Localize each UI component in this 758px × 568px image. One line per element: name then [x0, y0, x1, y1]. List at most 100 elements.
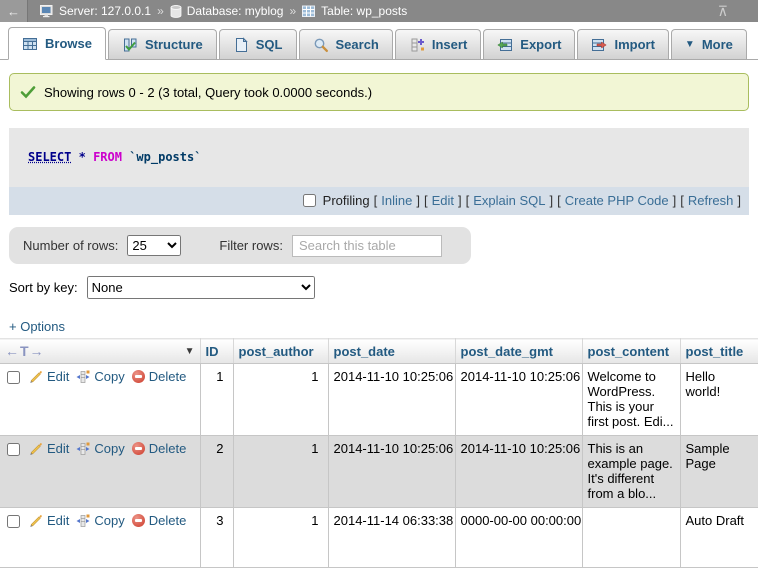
table-icon — [302, 5, 316, 18]
header-post-date[interactable]: post_date — [328, 339, 455, 364]
edit-row-link[interactable]: Edit — [29, 369, 69, 384]
header-post-content[interactable]: post_content — [582, 339, 680, 364]
cell-post-title[interactable]: Sample Page — [680, 436, 758, 508]
bracket: [ — [680, 193, 684, 208]
table-row: Edit Copy Delete 2 1 2014-11-10 10:25:06… — [0, 436, 758, 508]
query-box: SELECT * FROM `wp_posts` Profiling [ Inl… — [9, 128, 749, 215]
breadcrumb-bar: ← Server: 127.0.0.1 » Database: myblog »… — [0, 0, 758, 22]
bracket: [ — [466, 193, 470, 208]
sql-keyword-select[interactable]: SELECT — [28, 150, 71, 164]
database-icon — [170, 5, 182, 18]
edit-query-link[interactable]: Edit — [432, 193, 454, 208]
cell-post-title[interactable]: Auto Draft — [680, 508, 758, 568]
tab-sql[interactable]: SQL — [219, 29, 297, 59]
cell-post-date[interactable]: 2014-11-10 10:25:06 — [328, 436, 455, 508]
row-checkbox[interactable] — [7, 371, 20, 384]
sort-by-key-label: Sort by key: — [9, 280, 78, 295]
options-toggle[interactable]: + Options — [9, 319, 65, 334]
tab-search-label: Search — [336, 37, 379, 52]
column-visibility-icon[interactable]: ▼ — [185, 346, 195, 357]
tab-more-label: More — [702, 37, 733, 52]
bracket: [ — [374, 193, 378, 208]
edit-row-link[interactable]: Edit — [29, 441, 69, 456]
cell-id[interactable]: 1 — [200, 364, 233, 436]
copy-row-link[interactable]: Copy — [76, 513, 124, 528]
table-row: Edit Copy Delete 1 1 2014-11-10 10:25:06… — [0, 364, 758, 436]
tab-more[interactable]: ▼ More — [671, 29, 747, 59]
cell-post-content[interactable]: Welcome to WordPress. This is your first… — [582, 364, 680, 436]
cell-post-date[interactable]: 2014-11-10 10:25:06 — [328, 364, 455, 436]
breadcrumb-separator: » — [289, 4, 296, 18]
cell-post-author[interactable]: 1 — [233, 436, 328, 508]
create-php-code-link[interactable]: Create PHP Code — [565, 193, 669, 208]
success-message-text: Showing rows 0 - 2 (3 total, Query took … — [44, 85, 372, 100]
cell-post-date[interactable]: 2014-11-14 06:33:38 — [328, 508, 455, 568]
tab-export[interactable]: Export — [483, 29, 575, 59]
header-post-title[interactable]: post_title — [680, 339, 758, 364]
cell-id[interactable]: 3 — [200, 508, 233, 568]
explain-sql-link[interactable]: Explain SQL — [473, 193, 545, 208]
results-table: ←T→ ▼ ID post_author post_date post_date… — [0, 338, 758, 568]
tab-import-label: Import — [614, 37, 654, 52]
cell-post-date-gmt[interactable]: 2014-11-10 10:25:06 — [455, 364, 582, 436]
copy-row-link[interactable]: Copy — [76, 441, 124, 456]
bracket: [ — [557, 193, 561, 208]
breadcrumb-server[interactable]: Server: 127.0.0.1 — [40, 4, 151, 18]
cell-id[interactable]: 2 — [200, 436, 233, 508]
delete-row-link[interactable]: Delete — [132, 513, 187, 528]
cell-post-date-gmt[interactable]: 2014-11-10 10:25:06 — [455, 436, 582, 508]
breadcrumb-table[interactable]: Table: wp_posts — [302, 4, 407, 18]
bracket: ] — [673, 193, 677, 208]
delete-label: Delete — [149, 513, 187, 528]
inline-link[interactable]: Inline — [381, 193, 412, 208]
sql-query: SELECT * FROM `wp_posts` — [9, 128, 749, 187]
copy-icon — [76, 442, 90, 456]
cell-post-author[interactable]: 1 — [233, 364, 328, 436]
delete-label: Delete — [149, 441, 187, 456]
tab-browse-label: Browse — [45, 36, 92, 51]
table-header-row: ←T→ ▼ ID post_author post_date post_date… — [0, 339, 758, 364]
filter-rows-label: Filter rows: — [219, 238, 283, 253]
tab-browse[interactable]: Browse — [8, 27, 106, 60]
edit-label: Edit — [47, 369, 69, 384]
server-icon — [40, 5, 54, 18]
cell-post-date-gmt[interactable]: 0000-00-00 00:00:00 — [455, 508, 582, 568]
tab-import[interactable]: Import — [577, 29, 668, 59]
delete-icon — [132, 370, 145, 383]
cell-post-title[interactable]: Hello world! — [680, 364, 758, 436]
cell-post-content[interactable] — [582, 508, 680, 568]
header-post-date-gmt[interactable]: post_date_gmt — [455, 339, 582, 364]
refresh-link[interactable]: Refresh — [688, 193, 734, 208]
pencil-icon — [29, 442, 43, 456]
sort-by-key-select[interactable]: None — [87, 276, 315, 299]
browse-icon — [22, 36, 38, 52]
transpose-control[interactable]: ←T→ — [5, 343, 45, 359]
header-id[interactable]: ID — [200, 339, 233, 364]
delete-row-link[interactable]: Delete — [132, 369, 187, 384]
copy-row-link[interactable]: Copy — [76, 369, 124, 384]
bracket: ] — [458, 193, 462, 208]
cell-post-author[interactable]: 1 — [233, 508, 328, 568]
header-actions: ←T→ ▼ — [0, 339, 200, 364]
tab-insert[interactable]: Insert — [395, 29, 481, 59]
cell-post-content[interactable]: This is an example page. It's different … — [582, 436, 680, 508]
edit-label: Edit — [47, 513, 69, 528]
header-post-author[interactable]: post_author — [233, 339, 328, 364]
delete-row-link[interactable]: Delete — [132, 441, 187, 456]
rows-controls: Number of rows: 25 Filter rows: — [9, 227, 471, 264]
number-of-rows-select[interactable]: 25 — [127, 235, 181, 256]
tab-structure[interactable]: Structure — [108, 29, 217, 59]
collapse-topmenu-icon[interactable]: ⊼ — [718, 3, 728, 20]
tab-search[interactable]: Search — [299, 29, 393, 59]
copy-icon — [76, 514, 90, 528]
tab-insert-label: Insert — [432, 37, 467, 52]
row-checkbox[interactable] — [7, 443, 20, 456]
edit-label: Edit — [47, 441, 69, 456]
edit-row-link[interactable]: Edit — [29, 513, 69, 528]
breadcrumb: Server: 127.0.0.1 » Database: myblog » T… — [40, 4, 407, 18]
filter-rows-input[interactable] — [292, 235, 442, 257]
breadcrumb-database[interactable]: Database: myblog — [170, 4, 284, 18]
profiling-checkbox[interactable] — [303, 194, 316, 207]
back-button[interactable]: ← — [0, 0, 28, 22]
row-checkbox[interactable] — [7, 515, 20, 528]
